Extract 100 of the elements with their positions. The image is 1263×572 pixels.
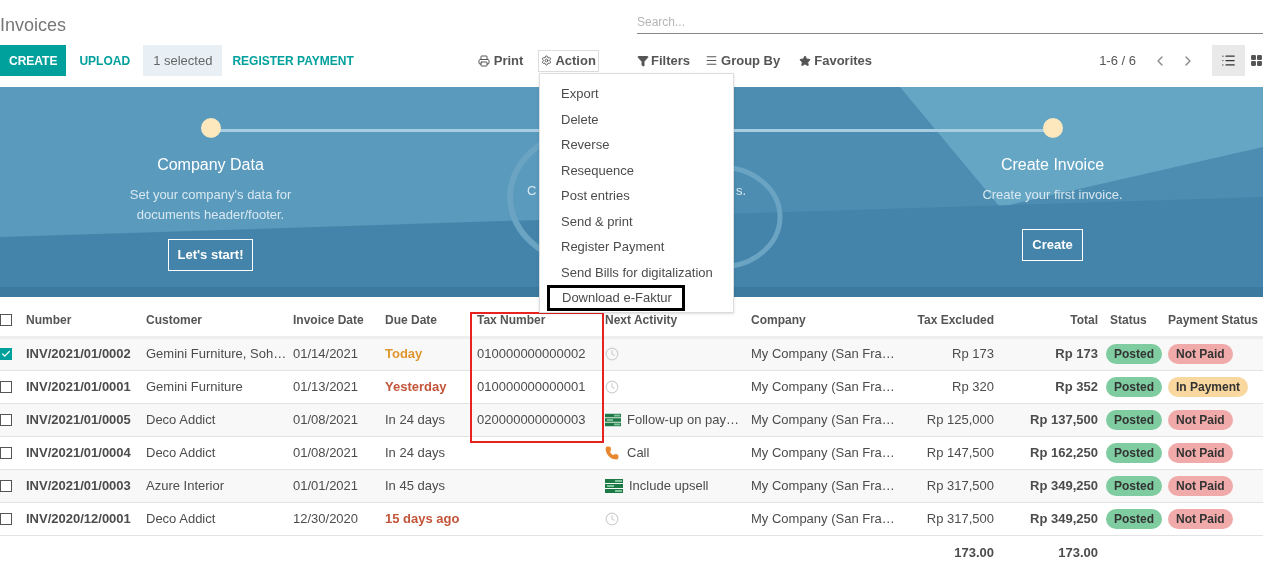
column-header[interactable]: Invoice Date <box>287 305 379 337</box>
table-cell: INV/2021/01/0002 <box>20 337 140 370</box>
status-badge: Posted <box>1106 344 1162 364</box>
step-title: Company Data <box>157 155 264 175</box>
table-cell: 01/08/2021 <box>287 403 379 436</box>
table-cell: 01/01/2021 <box>287 469 379 502</box>
menu-item[interactable]: Delete <box>540 106 733 132</box>
list-icon <box>1221 53 1236 68</box>
column-header[interactable]: Status <box>1104 305 1166 337</box>
column-header[interactable]: Customer <box>140 305 287 337</box>
step-button[interactable]: Create <box>1022 229 1083 261</box>
table-cell: Rp 320 <box>895 370 1000 403</box>
list-icon[interactable] <box>605 412 621 427</box>
table-cell: INV/2021/01/0003 <box>20 469 140 502</box>
menu-item[interactable]: Post entries <box>540 183 733 209</box>
table-cell: Deco Addict <box>140 436 287 469</box>
table-cell: 020000000000003 <box>471 403 599 436</box>
menu-item[interactable]: Export <box>540 81 733 107</box>
status-badge: Not Paid <box>1168 442 1233 463</box>
step-button[interactable]: Let's start! <box>167 239 254 271</box>
table-cell: Rp 125,000 <box>895 403 1000 436</box>
table-cell: Gemini Furniture <box>140 370 287 403</box>
gear-icon <box>541 55 553 66</box>
menu-item[interactable]: Send Bills for digitalization <box>540 259 733 285</box>
table-cell: My Company (San Fra… <box>745 502 895 535</box>
menu-item[interactable]: Register Payment <box>540 234 733 260</box>
table-cell: 01/14/2021 <box>287 337 379 370</box>
row-checkbox[interactable] <box>0 512 12 525</box>
favorites-button[interactable]: Favorites <box>799 50 873 71</box>
table-cell: 01/08/2021 <box>287 436 379 469</box>
table-cell: My Company (San Fra… <box>745 469 895 502</box>
table-cell: INV/2021/01/0004 <box>20 436 140 469</box>
activity-text: Follow-up on pay… <box>627 410 739 429</box>
status-badge: Posted <box>1106 508 1162 529</box>
column-header[interactable]: Number <box>20 305 140 337</box>
table-cell: INV/2021/01/0001 <box>20 370 140 403</box>
row-checkbox[interactable] <box>0 413 12 426</box>
menu-item[interactable]: Download e-Faktur <box>547 285 685 311</box>
table-cell: In 24 days <box>379 403 471 436</box>
print-button[interactable]: Print <box>493 50 524 71</box>
row-checkbox[interactable] <box>0 479 12 492</box>
table-cell: INV/2021/01/0005 <box>20 403 140 436</box>
table-cell: 15 days ago <box>379 502 471 535</box>
step-title: Create Invoice <box>1000 155 1105 175</box>
row-checkbox[interactable] <box>0 380 12 393</box>
table-cell: Rp 349,250 <box>1000 502 1104 535</box>
row-checkbox[interactable] <box>0 446 12 459</box>
table-cell: Rp 173 <box>895 337 1000 370</box>
group-by-button[interactable]: Group By <box>705 50 781 71</box>
row-checkbox[interactable] <box>0 348 12 360</box>
step-description: Create your first invoice. <box>981 186 1124 204</box>
action-button[interactable]: Action <box>538 49 599 72</box>
column-header[interactable]: Tax Excluded <box>895 305 1000 337</box>
table-cell: Rp 317,500 <box>895 502 1000 535</box>
total-cell: 173.00 <box>1000 535 1104 569</box>
column-header[interactable]: Company <box>745 305 895 337</box>
grid-icon <box>1250 54 1263 67</box>
table-cell: Gemini Furniture, Soh… <box>140 337 287 370</box>
table-cell: 01/13/2021 <box>287 370 379 403</box>
status-badge: Posted <box>1106 409 1162 430</box>
menu-icon <box>705 54 718 67</box>
status-badge: Posted <box>1106 475 1162 496</box>
table-cell: My Company (San Fra… <box>745 337 895 370</box>
table-cell: Rp 317,500 <box>895 469 1000 502</box>
status-badge: Not Paid <box>1168 508 1233 529</box>
filters-button[interactable]: Filters <box>637 50 690 71</box>
table-cell: 010000000000002 <box>471 337 599 370</box>
status-badge: Not Paid <box>1168 475 1233 496</box>
table-cell: Rp 349,250 <box>1000 469 1104 502</box>
step-description: C <box>527 182 537 200</box>
column-header[interactable]: Due Date <box>379 305 471 337</box>
table-cell: 12/30/2020 <box>287 502 379 535</box>
filter-icon <box>637 54 649 67</box>
table-cell: My Company (San Fra… <box>745 436 895 469</box>
table-cell: In 45 days <box>379 469 471 502</box>
table-cell: My Company (San Fra… <box>745 370 895 403</box>
menu-item[interactable]: Reverse <box>540 132 733 158</box>
view-switch[interactable] <box>1212 45 1245 76</box>
table-cell: Yesterday <box>379 370 471 403</box>
row-checkbox[interactable] <box>0 314 12 327</box>
table-cell: Rp 147,500 <box>895 436 1000 469</box>
activity-text: Call <box>627 443 650 462</box>
table-cell: INV/2020/12/0001 <box>20 502 140 535</box>
table-cell: 010000000000001 <box>471 370 599 403</box>
table-cell: Deco Addict <box>140 403 287 436</box>
menu-item[interactable]: Resequence <box>540 157 733 183</box>
table-cell: Rp 162,250 <box>1000 436 1104 469</box>
column-header[interactable]: Total <box>1000 305 1104 337</box>
status-badge: In Payment <box>1168 376 1249 397</box>
column-header[interactable]: Payment Status <box>1166 305 1263 337</box>
search-field[interactable]: Search... <box>637 10 1263 34</box>
status-badge: Posted <box>1106 442 1162 463</box>
phone-icon[interactable] <box>605 445 619 460</box>
menu-item[interactable]: Send & print <box>540 208 733 234</box>
table-cell: Rp 173 <box>1000 337 1104 370</box>
table-cell: My Company (San Fra… <box>745 403 895 436</box>
printer-icon[interactable] <box>477 54 490 67</box>
status-badge: Posted <box>1106 376 1162 397</box>
list-icon[interactable] <box>605 478 623 493</box>
table-cell: Rp 137,500 <box>1000 403 1104 436</box>
